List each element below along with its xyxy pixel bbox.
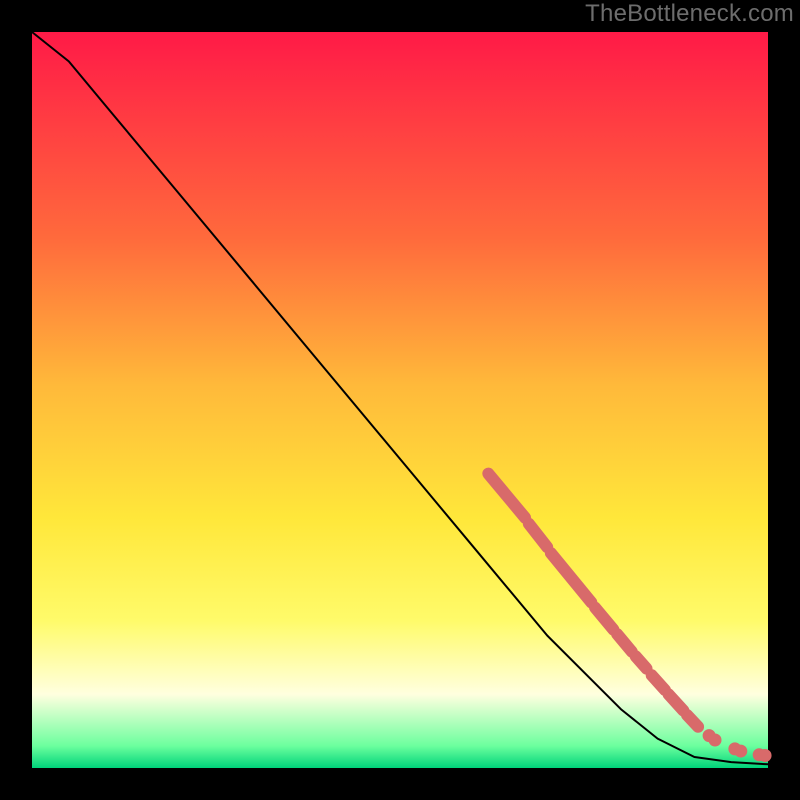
marker-segment — [636, 656, 647, 669]
marker-segments — [488, 474, 698, 727]
marker-segment — [529, 524, 547, 548]
plot-area — [32, 32, 768, 768]
marker-segment — [652, 675, 665, 690]
marker-segment — [617, 634, 632, 652]
marker-segment — [488, 474, 525, 518]
marker-dot — [759, 749, 771, 761]
marker-dot — [735, 745, 747, 757]
marker-segment — [551, 553, 591, 602]
chart-svg — [32, 32, 768, 768]
marker-segment — [687, 715, 698, 727]
marker-dot — [709, 734, 721, 746]
line-curve — [32, 32, 768, 764]
marker-dots — [703, 730, 771, 762]
watermark-text: TheBottleneck.com — [585, 0, 794, 28]
marker-segment — [669, 694, 684, 710]
marker-segment — [595, 608, 613, 630]
